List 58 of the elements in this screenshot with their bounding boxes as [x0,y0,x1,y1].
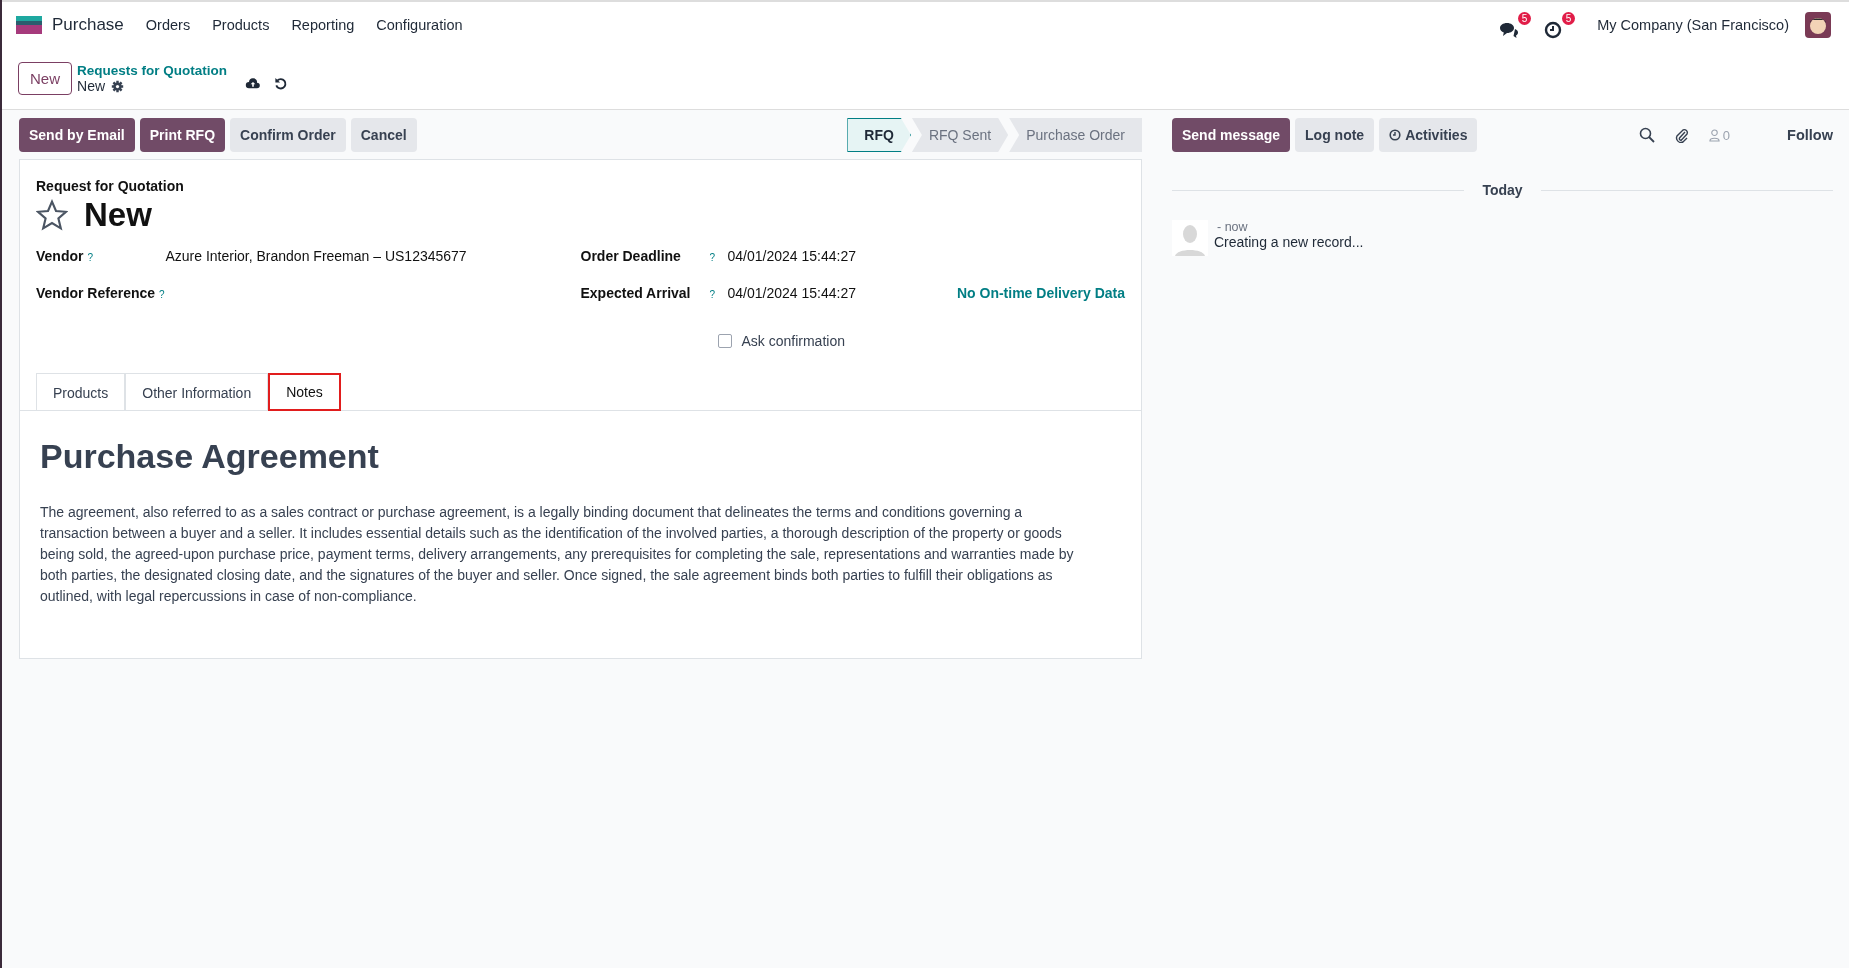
help-tooltip[interactable]: ? [709,289,728,300]
status-stage[interactable]: RFQ Sent [911,118,1009,152]
action-button[interactable]: Confirm Order [230,118,346,152]
avatar-placeholder-icon [1172,220,1208,256]
form-tab[interactable]: Products [36,373,126,411]
company-switcher[interactable]: My Company (San Francisco) [1597,17,1789,33]
message-text: Creating a new record... [1214,234,1364,250]
date-separator: Today [1482,182,1523,198]
user-avatar-icon[interactable] [1805,12,1831,38]
send-message-button[interactable]: Send message [1172,118,1291,152]
status-stage[interactable]: Purchase Order [1009,118,1142,152]
activities-button[interactable]: 5 [1543,11,1576,39]
search-icon[interactable] [1638,127,1655,143]
clock-icon [1389,129,1402,141]
star-icon[interactable] [36,199,68,231]
status-stage[interactable]: RFQ [847,118,911,152]
help-tooltip[interactable]: ? [87,252,106,263]
checkbox[interactable] [717,333,732,348]
notification-badge: 5 [1561,11,1576,25]
notes-paragraph: The agreement, also referred to as a sales contract or purchase agreement, is a legally binding document that delineates the terms and conditions governing a transaction between a buyer and a seller. It includes essential details such as the identification of the involved parties, a thorough description of the property or goods being sold, the agreed-upon purchase price, payment terms, delivery arrangements, any prerequisites for completing the sale, representations and warranties made by both parties, the designated closing date, and the signatures of the buyer and seller. Once signed, the sale agreement binds both parties to fulfill their obligations as outlined, with legal repercussions in case of non-compliance. [40,503,1075,606]
field-label: Vendor [36,248,84,264]
checkbox-label[interactable]: Ask confirmation [741,332,845,349]
new-button[interactable]: New [18,62,72,95]
log-note-button[interactable]: Log note [1295,118,1375,152]
field-value[interactable]: 04/01/2024 15:44:27 [727,248,938,264]
form-tab[interactable]: Notes [268,373,341,411]
field-label: Vendor Reference [36,285,156,301]
field-label: Order Deadline [580,248,682,264]
action-button[interactable]: Send by Email [19,118,135,152]
menu-item[interactable]: Reporting [291,17,355,33]
menu-item[interactable]: Orders [145,17,191,33]
form-subtitle: Request for Quotation [35,178,185,194]
action-button[interactable]: Cancel [350,118,417,152]
notification-badge: 5 [1517,11,1532,25]
field-label: Expected Arrival [580,285,692,301]
gear-icon[interactable] [111,79,125,93]
follow-button[interactable]: Follow [1787,127,1833,143]
app-logo-icon[interactable] [16,16,42,34]
help-tooltip[interactable]: ? [709,252,728,263]
record-title: New [84,196,152,234]
messages-button[interactable]: 5 [1499,11,1532,39]
delivery-data-link[interactable]: No On-time Delivery Data [956,285,1125,301]
app-name[interactable]: Purchase [52,15,124,35]
chat-bubbles-icon [1499,20,1520,39]
message-time: - now [1216,220,1249,234]
activities-button[interactable]: Activities [1379,118,1478,152]
notes-heading: Purchase Agreement [40,437,380,476]
paperclip-icon[interactable] [1673,127,1690,143]
menu-item[interactable]: Products [212,17,270,33]
record-name: New [77,78,106,94]
breadcrumb-link[interactable]: Requests for Quotation [77,63,228,78]
field-value[interactable]: 04/01/2024 15:44:27 [727,285,938,301]
action-button[interactable]: Print RFQ [139,118,226,152]
help-tooltip[interactable]: ? [159,289,178,300]
cloud-upload-icon[interactable] [245,76,262,91]
clock-icon [1543,20,1564,39]
menu-item[interactable]: Configuration [376,17,463,33]
field-value[interactable]: Azure Interior, Brandon Freeman – US12345677 [165,248,467,264]
